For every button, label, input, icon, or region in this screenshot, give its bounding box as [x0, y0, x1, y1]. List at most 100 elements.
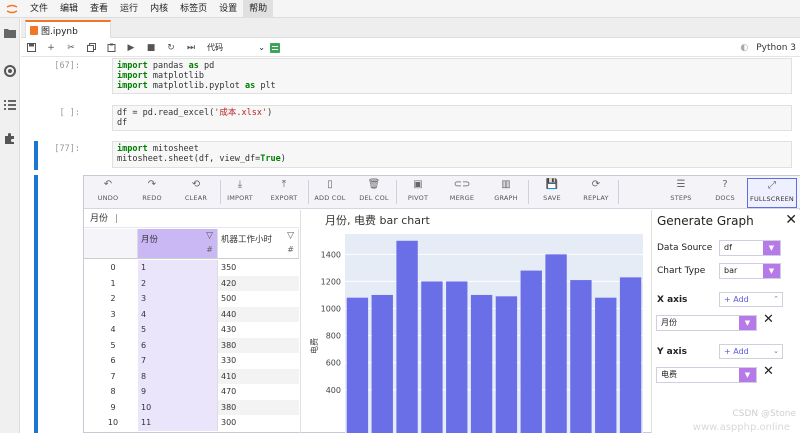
machine-hours-cell[interactable]: 470 — [218, 384, 299, 400]
paste-icon[interactable] — [101, 39, 121, 57]
machine-hours-cell[interactable]: 440 — [218, 306, 299, 322]
copy-icon[interactable] — [81, 39, 101, 57]
redo-button[interactable]: ↷ REDO — [130, 178, 174, 208]
machine-hours-cell[interactable]: 420 — [218, 275, 299, 291]
menu-run[interactable]: 运行 — [114, 0, 144, 18]
bar-9[interactable] — [545, 254, 567, 433]
graph-button[interactable]: ▥ GRAPH — [484, 178, 528, 208]
add-column-button[interactable]: ▯ ADD COL — [308, 178, 352, 208]
export-label: EXPORT — [270, 194, 298, 202]
column-header-month[interactable]: 月份 ▽ # — [138, 229, 218, 259]
month-cell[interactable]: 10 — [138, 399, 218, 415]
machine-hours-cell[interactable]: 330 — [218, 353, 299, 369]
bar-8[interactable] — [520, 270, 542, 433]
undo-button[interactable]: ↶ UNDO — [86, 178, 130, 208]
delete-column-button[interactable]: 🗑 DEL COL — [352, 178, 396, 208]
merge-icon: ⊂⊃ — [453, 179, 471, 190]
remove-y-axis-icon[interactable]: ✕ — [763, 364, 774, 379]
bar-12[interactable] — [619, 277, 642, 433]
menu-settings[interactable]: 设置 — [213, 0, 243, 18]
month-cell[interactable]: 9 — [138, 384, 218, 400]
restart-run-icon[interactable]: ⏭ — [181, 39, 201, 57]
month-cell[interactable]: 7 — [138, 353, 218, 369]
kernel-status[interactable]: ◐ Python 3 — [740, 39, 796, 57]
add-cell-icon[interactable]: + — [41, 39, 61, 57]
merge-button[interactable]: ⊂⊃ MERGE — [440, 178, 484, 208]
stop-icon[interactable]: ■ — [141, 39, 161, 57]
month-cell[interactable]: 5 — [138, 322, 218, 338]
machine-hours-cell[interactable]: 300 — [218, 415, 299, 431]
machine-hours-cell[interactable]: 350 — [218, 260, 299, 276]
filter-icon[interactable]: ▽ — [206, 231, 213, 241]
month-cell[interactable]: 3 — [138, 291, 218, 307]
machine-hours-cell[interactable]: 410 — [218, 368, 299, 384]
bar-7[interactable] — [495, 296, 518, 433]
month-cell[interactable]: 6 — [138, 337, 218, 353]
y-axis-field-select[interactable]: 电费 ▼ — [656, 367, 757, 383]
restart-icon[interactable]: ↻ — [161, 39, 181, 57]
extension-icon[interactable] — [3, 132, 17, 146]
close-icon[interactable]: ✕ — [785, 212, 797, 228]
menu-file[interactable]: 文件 — [24, 0, 54, 18]
y-axis-add-button[interactable]: + Add ⌄ — [719, 344, 783, 359]
export-button[interactable]: ⤒ EXPORT — [262, 178, 306, 208]
month-cell[interactable]: 8 — [138, 368, 218, 384]
bar-11[interactable] — [595, 297, 617, 433]
code-cell[interactable]: [77]: import mitosheet mitosheet.sheet(d… — [30, 141, 800, 170]
code-editor[interactable]: import pandas as pd import matplotlib im… — [112, 58, 792, 94]
import-button[interactable]: ⤓ IMPORT — [218, 178, 262, 208]
code-editor[interactable]: df = pd.read_excel('成本.xlsx') df — [112, 105, 792, 131]
cell-prompt: [77]: — [54, 144, 80, 154]
bar-1[interactable] — [346, 297, 369, 433]
bar-2[interactable] — [371, 294, 393, 433]
run-icon[interactable]: ▶ — [121, 39, 141, 57]
bar-10[interactable] — [570, 280, 592, 433]
remove-x-axis-icon[interactable]: ✕ — [763, 312, 774, 327]
column-header-machine-hours[interactable]: 机器工作小时 ▽ # — [218, 229, 299, 259]
formula-bar[interactable]: 月份 | — [84, 210, 299, 228]
machine-hours-cell[interactable]: 500 — [218, 291, 299, 307]
watermark-url: www.aspphp.online — [692, 422, 790, 433]
steps-button[interactable]: ☰ STEPS — [659, 178, 703, 208]
x-axis-field-select[interactable]: 月份 ▼ — [656, 315, 757, 331]
menu-tabs[interactable]: 标签页 — [174, 0, 213, 18]
month-cell[interactable]: 11 — [138, 415, 218, 431]
data-source-select[interactable]: df ▼ — [719, 240, 781, 256]
git-icon[interactable] — [265, 39, 285, 57]
menu-help[interactable]: 帮助 — [243, 0, 274, 18]
month-cell[interactable]: 2 — [138, 275, 218, 291]
machine-hours-cell[interactable]: 430 — [218, 322, 299, 338]
bar-3[interactable] — [396, 240, 418, 433]
chart-type-select[interactable]: bar ▼ — [719, 263, 781, 279]
folder-icon[interactable] — [3, 26, 17, 40]
code-editor[interactable]: import mitosheet mitosheet.sheet(df, vie… — [112, 141, 792, 168]
cut-icon[interactable]: ✂ — [61, 39, 81, 57]
menu-kernel[interactable]: 内核 — [144, 0, 174, 18]
running-icon[interactable] — [3, 64, 17, 78]
pivot-label: PIVOT — [407, 194, 429, 202]
commands-icon[interactable] — [3, 98, 17, 112]
save-button[interactable]: 💾 SAVE — [530, 178, 574, 208]
bar-5[interactable] — [446, 281, 468, 433]
x-axis-add-button[interactable]: + Add ⌃ — [719, 292, 783, 307]
filter-icon[interactable]: ▽ — [287, 231, 294, 241]
machine-hours-cell[interactable]: 380 — [218, 399, 299, 415]
notebook-tab[interactable]: 图.ipynb — [25, 20, 111, 38]
docs-button[interactable]: ? DOCS — [703, 178, 747, 208]
menu-edit[interactable]: 编辑 — [54, 0, 84, 18]
replay-button[interactable]: ⟳ REPLAY — [574, 178, 618, 208]
code-cell[interactable]: [ ]: df = pd.read_excel('成本.xlsx') df — [30, 105, 800, 133]
cell-type-select[interactable]: 代码 ⌄ — [207, 42, 265, 54]
row-index: 6 — [110, 356, 116, 365]
month-cell[interactable]: 4 — [138, 306, 218, 322]
menu-view[interactable]: 查看 — [84, 0, 114, 18]
bar-6[interactable] — [470, 294, 493, 433]
fullscreen-button[interactable]: ⤢ FULLSCREEN — [747, 178, 797, 208]
code-cell[interactable]: [67]: import pandas as pd import matplot… — [30, 58, 800, 96]
machine-hours-cell[interactable]: 380 — [218, 337, 299, 353]
pivot-button[interactable]: ▣ PIVOT — [396, 178, 440, 208]
month-cell[interactable]: 1 — [138, 260, 218, 276]
save-icon[interactable] — [21, 39, 41, 57]
bar-4[interactable] — [421, 281, 443, 433]
clear-button[interactable]: ⟲ CLEAR — [174, 178, 218, 208]
